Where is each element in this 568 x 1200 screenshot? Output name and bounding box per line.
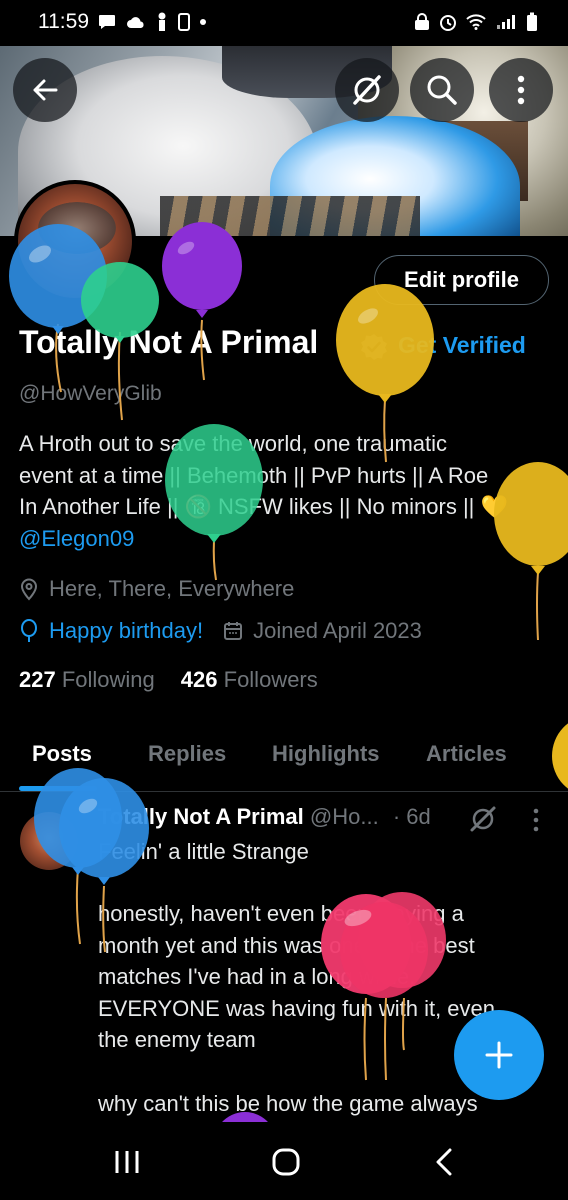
following-label: Following [61,667,155,692]
alarm-icon [440,15,456,31]
bio-line: event at a time || Behemoth || PvP hurts… [19,462,489,488]
wifi-icon [466,14,486,30]
following-link[interactable]: 227 Following [19,667,155,693]
balloon-yellow-1 [336,284,434,463]
recent-apps-icon[interactable] [114,1150,140,1174]
more-options-button[interactable] [489,58,553,122]
birthday-joined-row: Happy birthday! Joined April 2023 [19,618,422,644]
balloon-yellow-3 [552,723,568,789]
figure-icon [158,12,166,31]
calendar-icon [224,622,243,640]
balloon-yellow-2 [494,462,568,641]
balloon-blue-3 [59,778,149,953]
balloon-green-2 [165,424,263,581]
balloon-pink-cluster [321,892,446,1081]
post-more-icon[interactable] [532,808,540,832]
balloon-green-1 [81,262,159,421]
post-text-line: why can't this be how the game always [98,1091,478,1116]
bio-line: In Another Life || 🔞 NSFW likes || No mi… [19,494,508,519]
bio-line: A Hroth out to save the world, one traum… [19,431,448,456]
profile-bio: A Hroth out to save the world, one traum… [19,428,559,554]
following-count: 227 [19,667,56,692]
followers-count: 426 [180,667,218,692]
status-notification-icons [98,12,206,32]
home-icon[interactable] [272,1148,300,1176]
birthday-text[interactable]: Happy birthday! [49,618,203,644]
followers-label: Followers [223,667,318,692]
plus-icon [485,1041,513,1069]
grok-button[interactable] [335,58,399,122]
more-notifications-dot [200,19,206,25]
joined-text: Joined April 2023 [253,618,422,643]
tab-articles[interactable]: Articles [426,741,507,767]
search-button[interactable] [410,58,474,122]
grok-explain-icon[interactable] [468,805,498,833]
back-nav-icon[interactable] [434,1148,454,1176]
more-vertical-icon [517,75,525,105]
post-time: · 6d [392,804,431,829]
tab-posts[interactable]: Posts [32,741,92,767]
arrow-left-icon [33,79,58,101]
followers-link[interactable]: 426 Followers [181,667,318,693]
location-pin-icon [20,578,38,601]
follow-counts: 227 Following 426 Followers [19,667,318,693]
compose-post-button[interactable] [454,1010,544,1100]
android-navigation-bar [0,1122,568,1200]
phone-icon [178,13,190,31]
tab-replies[interactable]: Replies [148,741,226,767]
message-icon [99,15,115,29]
status-system-icons [414,12,538,32]
post-text-line: Feelin' a little Strange [98,839,309,864]
signal-icon [497,15,515,29]
lock-icon [415,13,429,30]
search-icon [427,75,457,105]
bio-mention-link[interactable]: @Elegon09 [19,523,559,555]
grok-icon [353,75,381,105]
back-button[interactable] [13,58,77,122]
balloon-icon [21,619,37,642]
post-author-handle[interactable]: @Ho... [310,804,379,829]
balloon-purple-1 [162,222,242,381]
status-bar: 11:59 [0,0,568,46]
cloud-icon [127,17,144,28]
tab-highlights[interactable]: Highlights [272,741,380,767]
status-time: 11:59 [38,10,89,33]
battery-icon [527,12,537,31]
